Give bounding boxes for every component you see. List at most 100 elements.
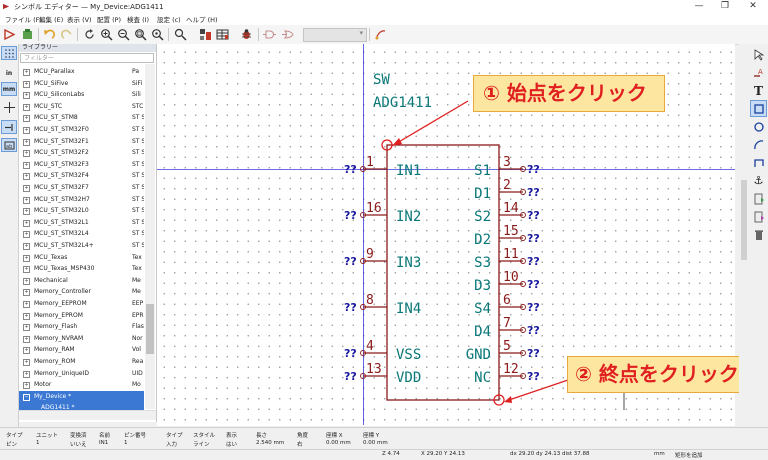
info-label: スタイル [193, 433, 216, 439]
pin-name: VSS [396, 347, 421, 363]
status-mode: 矩形を追加 [675, 453, 703, 459]
pin-name: S1 [474, 163, 491, 179]
pin-name: VDD [396, 370, 421, 386]
canvas-scrollbar-thumb[interactable] [741, 180, 747, 260]
end-callout-text: ② 終点をクリック [575, 362, 739, 386]
info-label: 長さ [256, 433, 268, 439]
info-value: はい [226, 442, 238, 448]
pin-number: 3 [503, 155, 511, 170]
info-value: 2.540 mm [256, 440, 285, 446]
pin-type-unknown: ?? [527, 278, 540, 291]
status-coords: X 29.20 Y 24.13 [421, 451, 465, 457]
pin-name: D2 [474, 232, 491, 248]
pin-number: 4 [366, 339, 374, 354]
pin-number: 14 [503, 201, 519, 216]
pin-number: 10 [503, 270, 519, 285]
pin-type-unknown: ?? [344, 370, 357, 383]
pin-name: S2 [474, 209, 491, 225]
add-arc-icon[interactable] [750, 136, 767, 153]
pin-type-unknown: ?? [527, 163, 540, 176]
info-value: ライン [193, 442, 210, 448]
pin-type-unknown: ?? [344, 255, 357, 268]
info-value: 1 [36, 440, 40, 446]
pin-number: 5 [503, 339, 511, 354]
end-point-callout: ② 終点をクリック [567, 356, 759, 393]
pin-name: D1 [474, 186, 491, 202]
pin-name: IN1 [396, 163, 421, 179]
export-graphics-icon[interactable] [750, 208, 767, 225]
pin-number: 16 [366, 201, 382, 216]
info-label: 座標 Y [363, 433, 380, 439]
pin-name: S3 [474, 255, 491, 271]
import-graphics-icon[interactable] [750, 190, 767, 207]
pin-type-unknown: ?? [527, 301, 540, 314]
info-value: 0.00 mm [326, 440, 351, 446]
info-label: タイプ [166, 433, 183, 439]
pin-number: 1 [366, 155, 374, 170]
info-label: 表示 [226, 433, 238, 439]
pin-type-unknown: ?? [527, 347, 540, 360]
start-callout-text: ① 始点をクリック [483, 81, 647, 105]
pin-number: 12 [503, 362, 519, 377]
info-value: いいえ [70, 442, 87, 448]
right-toolbar: A T ⚓ [749, 44, 768, 427]
info-label: 名前 [99, 433, 111, 439]
add-pin-icon[interactable]: A [750, 64, 767, 81]
pin-number: 13 [366, 362, 382, 377]
symbol-reference[interactable]: SW [373, 72, 390, 88]
pin-type-unknown: ?? [527, 186, 540, 199]
info-value: ピン [6, 442, 18, 448]
info-value: IN1 [99, 440, 109, 446]
pin-type-unknown: ?? [527, 255, 540, 268]
symbol-value[interactable]: ADG1411 [373, 95, 432, 111]
pin-type-unknown: ?? [344, 209, 357, 222]
pin-type-unknown: ?? [527, 232, 540, 245]
pin-name: IN4 [396, 301, 421, 317]
info-label: ユニット [36, 433, 59, 439]
status-zoom: Z 4.74 [382, 451, 400, 457]
info-label: 座標 X [326, 433, 343, 439]
anchor-icon[interactable]: ⚓ [750, 172, 767, 189]
status-units: mm [654, 451, 665, 457]
add-line-icon[interactable] [750, 154, 767, 171]
select-arrow-icon[interactable] [750, 46, 767, 63]
left-pins: 1 IN1?? 16 IN2?? 9 IN3?? 8 IN4?? 4 VSS?? 13 VDD?? [344, 155, 421, 386]
start-point-callout: ① 始点をクリック [473, 75, 665, 112]
info-value: 0.00 mm [363, 440, 388, 446]
pin-number: 6 [503, 293, 511, 308]
add-rectangle-icon[interactable] [750, 100, 767, 117]
pin-number: 11 [503, 247, 519, 262]
pin-type-unknown: ?? [527, 209, 540, 222]
properties-info-panel: タイプ ピン ユニット 1 変換済 いいえ 名前 IN1 ピン番号 1 タイプ 入力 スタイル ライン 表示… [0, 427, 768, 450]
end-arrow [508, 379, 569, 401]
status-bar: Z 4.74 X 29.20 Y 24.13 dx 29.20 dy 24.13… [0, 449, 768, 460]
pin-type-unknown: ?? [344, 347, 357, 360]
pin-name: IN2 [396, 209, 421, 225]
info-label: 変換済 [70, 433, 87, 439]
pin-type-unknown: ?? [527, 370, 540, 383]
pin-name: IN3 [396, 255, 421, 271]
pin-name: D3 [474, 278, 491, 294]
status-delta: dx 29.20 dy 24.13 dist 37.88 [510, 451, 590, 457]
pin-number: 8 [366, 293, 374, 308]
pin-name: S4 [474, 301, 491, 317]
pin-name: NC [474, 370, 491, 386]
pin-name: GND [466, 347, 491, 363]
add-text-icon[interactable]: T [750, 82, 767, 99]
pin-type-unknown: ?? [527, 324, 540, 337]
pin-type-unknown: ?? [344, 301, 357, 314]
info-value: 右 [297, 442, 303, 448]
pin-number: 7 [503, 316, 511, 331]
right-pins: 3 S1 ?? 2 D1 ?? 14 S2 ?? 15 D2 ?? 11 S3 ?? 10 D3 ?? 6 S4 ?? 7… [466, 155, 540, 386]
delete-icon[interactable] [750, 226, 767, 243]
pin-number: 2 [503, 178, 511, 193]
pin-number: 15 [503, 224, 519, 239]
info-value: 入力 [166, 442, 178, 448]
info-label: タイプ [6, 433, 23, 439]
info-value: 1 [124, 440, 128, 446]
add-circle-icon[interactable] [750, 118, 767, 135]
svg-text:A: A [758, 68, 763, 76]
pin-type-unknown: ?? [344, 163, 357, 176]
pin-number: 9 [366, 247, 374, 262]
info-label: 角度 [297, 433, 309, 439]
